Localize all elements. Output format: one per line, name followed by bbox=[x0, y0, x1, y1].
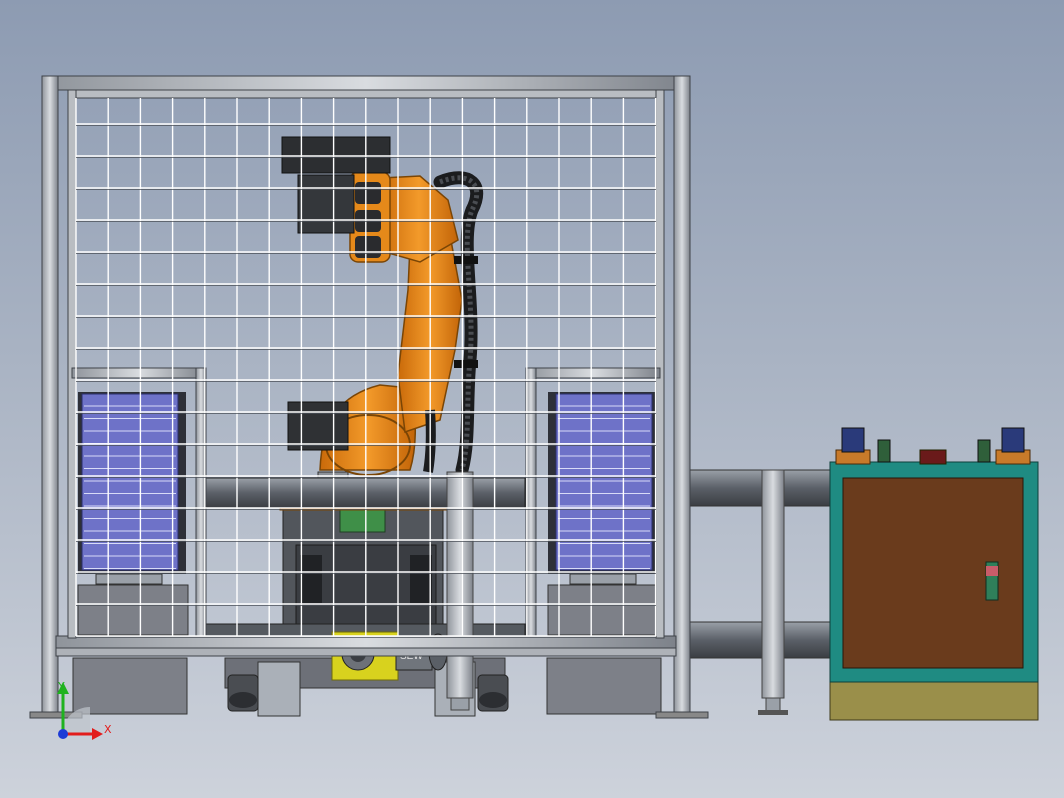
caster-wheel-left bbox=[227, 674, 259, 712]
axis-y-label: Y bbox=[57, 680, 65, 693]
cad-viewport[interactable]: SEW bbox=[0, 0, 1064, 798]
axis-x-label: X bbox=[104, 723, 112, 736]
control-cabinet bbox=[829, 427, 1039, 721]
cabinet-fixture-right bbox=[977, 427, 1031, 465]
material-stack-left bbox=[77, 392, 189, 636]
caster-wheel-right bbox=[477, 674, 509, 712]
material-stack-right bbox=[547, 392, 659, 636]
conveyor-rails bbox=[689, 469, 836, 715]
cabinet-fixture-left bbox=[835, 427, 891, 465]
axis-z-dot-icon bbox=[58, 729, 68, 739]
